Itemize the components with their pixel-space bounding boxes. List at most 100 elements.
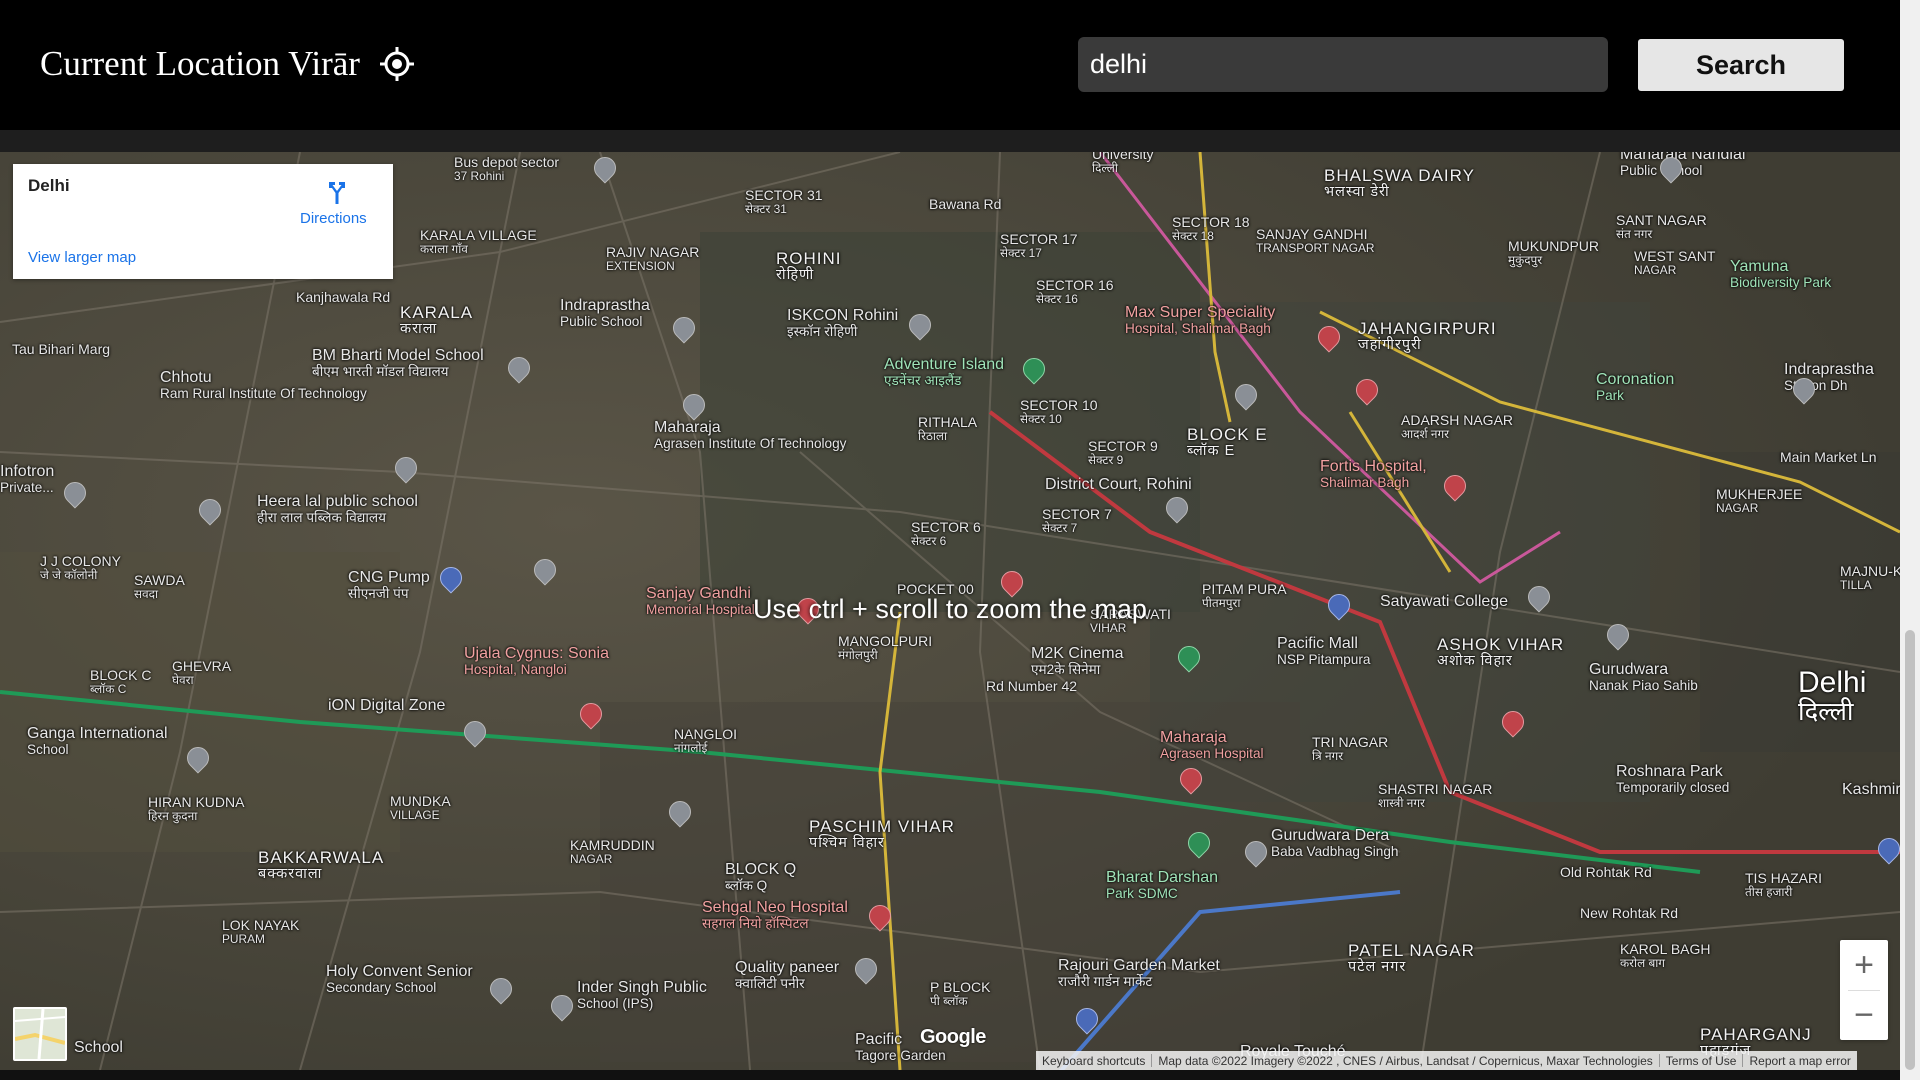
map-label[interactable]: Max Super Speciality Hospital, Shalimar B…	[1125, 304, 1275, 336]
map-label[interactable]: University दिल्ली	[1092, 152, 1153, 174]
scrollbar-thumb[interactable]	[1905, 630, 1915, 1070]
map-label[interactable]: Rd Number 42	[986, 679, 1077, 694]
map-label[interactable]: MUKHERJEE NAGAR	[1716, 487, 1802, 514]
current-location-title: Current Location Virār	[40, 44, 360, 83]
map-label[interactable]: SECTOR 10 सेक्टर 10	[1020, 398, 1098, 425]
map-label[interactable]: Sehgal Neo Hospital सहगल नियो हॉस्पिटल	[702, 899, 848, 931]
map-label[interactable]: School	[74, 1039, 123, 1057]
map-label[interactable]: SECTOR 7 सेक्टर 7	[1042, 507, 1112, 534]
map-label[interactable]: KARALA कराला	[400, 304, 473, 337]
map-label[interactable]: SECTOR 16 सेक्टर 16	[1036, 278, 1114, 305]
map-label[interactable]: Infotron Private...	[0, 463, 54, 495]
map-label[interactable]: Rajouri Garden Market राजौरी गार्डन मार्क…	[1058, 957, 1220, 989]
map-label[interactable]: ISKCON Rohini इस्कॉन रोहिणी	[787, 307, 898, 339]
map-label[interactable]: J J COLONY जे जे कॉलोनी	[40, 554, 121, 581]
map-label[interactable]: P BLOCK पी ब्लॉक	[930, 980, 990, 1007]
map-label[interactable]: RAJIV NAGAR EXTENSION	[606, 245, 699, 272]
zoom-in-button[interactable]: +	[1840, 940, 1888, 990]
page-scrollbar[interactable]	[1900, 0, 1920, 1080]
map-type-toggle[interactable]	[13, 1007, 67, 1061]
map-label[interactable]: Roshnara Park Temporarily closed	[1616, 763, 1729, 795]
map-label[interactable]: MANGOLPURI मंगोलपुरी	[838, 634, 932, 661]
map-label[interactable]: iON Digital Zone	[328, 697, 445, 715]
map-label[interactable]: Quality paneer क्वालिटी पनीर	[735, 959, 839, 991]
map-label[interactable]: Kashmiri Ga	[1842, 781, 1900, 799]
map-label[interactable]: Gurudwara Dera Baba Vadbhag Singh	[1271, 827, 1399, 859]
directions-link[interactable]: Directions	[300, 210, 367, 227]
map-label[interactable]: SECTOR 31 सेक्टर 31	[745, 188, 823, 215]
map-label[interactable]: Tau Bihari Marg	[12, 342, 110, 357]
map-label[interactable]: New Rohtak Rd	[1580, 906, 1678, 921]
map-label[interactable]: KAROL BAGH करोल बाग	[1620, 942, 1711, 969]
map-label[interactable]: SHASTRI NAGAR शास्त्री नगर	[1378, 782, 1492, 809]
view-larger-map-link[interactable]: View larger map	[28, 249, 136, 266]
map-label[interactable]: Holy Convent Senior Secondary School	[326, 963, 473, 995]
map-label[interactable]: District Court, Rohini	[1045, 476, 1192, 494]
map-label[interactable]: BLOCK E ब्लॉक E	[1187, 426, 1268, 459]
map-label[interactable]: BLOCK Q ब्लॉक Q	[725, 861, 796, 893]
zoom-out-button[interactable]: −	[1840, 990, 1888, 1040]
map-label[interactable]: KAMRUDDIN NAGAR	[570, 838, 655, 865]
map-label[interactable]: LOK NAYAK PURAM	[222, 918, 299, 945]
map-label[interactable]: Indraprastha Public School	[560, 297, 650, 329]
map-label[interactable]: ROHINI रोहिणी	[776, 250, 842, 283]
search-button[interactable]: Search	[1638, 39, 1844, 91]
map-label[interactable]: Ujala Cygnus: Sonia Hospital, Nangloi	[464, 645, 609, 677]
map-label[interactable]: Pacific Mall NSP Pitampura	[1277, 635, 1370, 667]
map-label[interactable]: SANJAY GANDHI TRANSPORT NAGAR	[1256, 227, 1375, 254]
locate-button[interactable]	[378, 45, 416, 83]
map-label[interactable]: Maharaja Agrasen Hospital	[1160, 729, 1264, 761]
map-label[interactable]: Main Market Ln	[1780, 450, 1876, 465]
map-label[interactable]: Heera lal public school हीरा लाल पब्लिक व…	[257, 493, 418, 525]
map-label[interactable]: RITHALA रिठाला	[918, 415, 977, 442]
map-label[interactable]: KARALA VILLAGE कराला गाँव	[420, 228, 537, 255]
map-label[interactable]: WEST SANT NAGAR	[1634, 249, 1715, 276]
map-label[interactable]: NANGLOI नांगलोई	[674, 727, 737, 754]
map-label[interactable]: ASHOK VIHAR अशोक विहार	[1437, 636, 1564, 669]
report-map-error-link[interactable]: Report a map error	[1743, 1054, 1856, 1068]
map-label[interactable]: TRI NAGAR त्रि नगर	[1312, 735, 1388, 762]
map-label[interactable]: Inder Singh Public School (IPS)	[577, 979, 707, 1011]
map-label[interactable]: Ganga International School	[27, 725, 168, 757]
map-label[interactable]: PATEL NAGAR पटेल नगर	[1348, 942, 1475, 975]
map-label[interactable]: Coronation Park	[1596, 371, 1674, 403]
map-label[interactable]: Yamuna Biodiversity Park	[1730, 258, 1831, 290]
map-label[interactable]: TIS HAZARI तीस हजारी	[1745, 871, 1822, 898]
directions-icon[interactable]	[323, 178, 351, 206]
map-label[interactable]: SANT NAGAR संत नगर	[1616, 213, 1707, 240]
map-label[interactable]: GHEVRA घेवरा	[172, 659, 231, 686]
map-label[interactable]: BLOCK C ब्लॉक C	[90, 668, 151, 695]
map-label[interactable]: JAHANGIRPURI जहांगीरपुरी	[1358, 320, 1497, 353]
terms-of-use-link[interactable]: Terms of Use	[1660, 1054, 1743, 1068]
map-label[interactable]: Adventure Island एडवेंचर आइलैंड	[884, 356, 1004, 388]
map-label[interactable]: HIRAN KUDNA हिरन कुदना	[148, 795, 244, 822]
map-label[interactable]: ADARSH NAGAR आदर्श नगर	[1401, 413, 1513, 440]
map-label[interactable]: Fortis Hospital, Shalimar Bagh	[1320, 458, 1427, 490]
map-label[interactable]: MAJNU-KA-TILLA	[1840, 564, 1900, 591]
map-label[interactable]: Maharaja Agrasen Institute Of Technology	[654, 419, 846, 451]
map-label[interactable]: Gurudwara Nanak Piao Sahib	[1589, 661, 1698, 693]
map-label[interactable]: BM Bharti Model School बीएम भारती मॉडल वि…	[312, 347, 484, 379]
map-label[interactable]: BHALSWA DAIRY भलस्वा डेरी	[1324, 167, 1475, 200]
map-label[interactable]: Maharaja NandlalPublic School	[1620, 152, 1745, 178]
map-label[interactable]: Delhi दिल्ली	[1798, 667, 1866, 725]
place-name: Delhi	[28, 176, 70, 195]
map-label[interactable]: Kanjhawala Rd	[296, 290, 390, 305]
map-label[interactable]: Old Rohtak Rd	[1560, 865, 1652, 880]
map-label[interactable]: SECTOR 9 सेक्टर 9	[1088, 439, 1158, 466]
map-view[interactable]: Bus depot sector 37 Rohini SECTOR 31 सेक्ट…	[0, 152, 1900, 1070]
app-header: Current Location Virār Search	[0, 0, 1900, 130]
search-input[interactable]	[1078, 37, 1608, 92]
map-label[interactable]: Bawana Rd	[929, 197, 1001, 212]
map-label[interactable]: BAKKARWALA बक्करवाला	[258, 849, 384, 882]
map-label[interactable]: M2K Cinema एम2के सिनेमा	[1031, 645, 1123, 677]
map-label[interactable]: SECTOR 6 सेक्टर 6	[911, 520, 981, 547]
map-label[interactable]: MUNDKA VILLAGE	[390, 794, 451, 821]
map-label[interactable]: SECTOR 17 सेक्टर 17	[1000, 232, 1078, 259]
map-label[interactable]: SECTOR 18 सेक्टर 18	[1172, 215, 1250, 242]
map-label[interactable]: Bharat Darshan Park SDMC	[1106, 869, 1218, 901]
map-label[interactable]: PASCHIM VIHAR पश्चिम विहार	[809, 818, 955, 851]
map-label[interactable]: MUKUNDPUR मुकुंदपुर	[1508, 239, 1599, 266]
keyboard-shortcuts-link[interactable]: Keyboard shortcuts	[1036, 1054, 1151, 1068]
map-label[interactable]: Bus depot sector 37 Rohini	[454, 155, 559, 182]
